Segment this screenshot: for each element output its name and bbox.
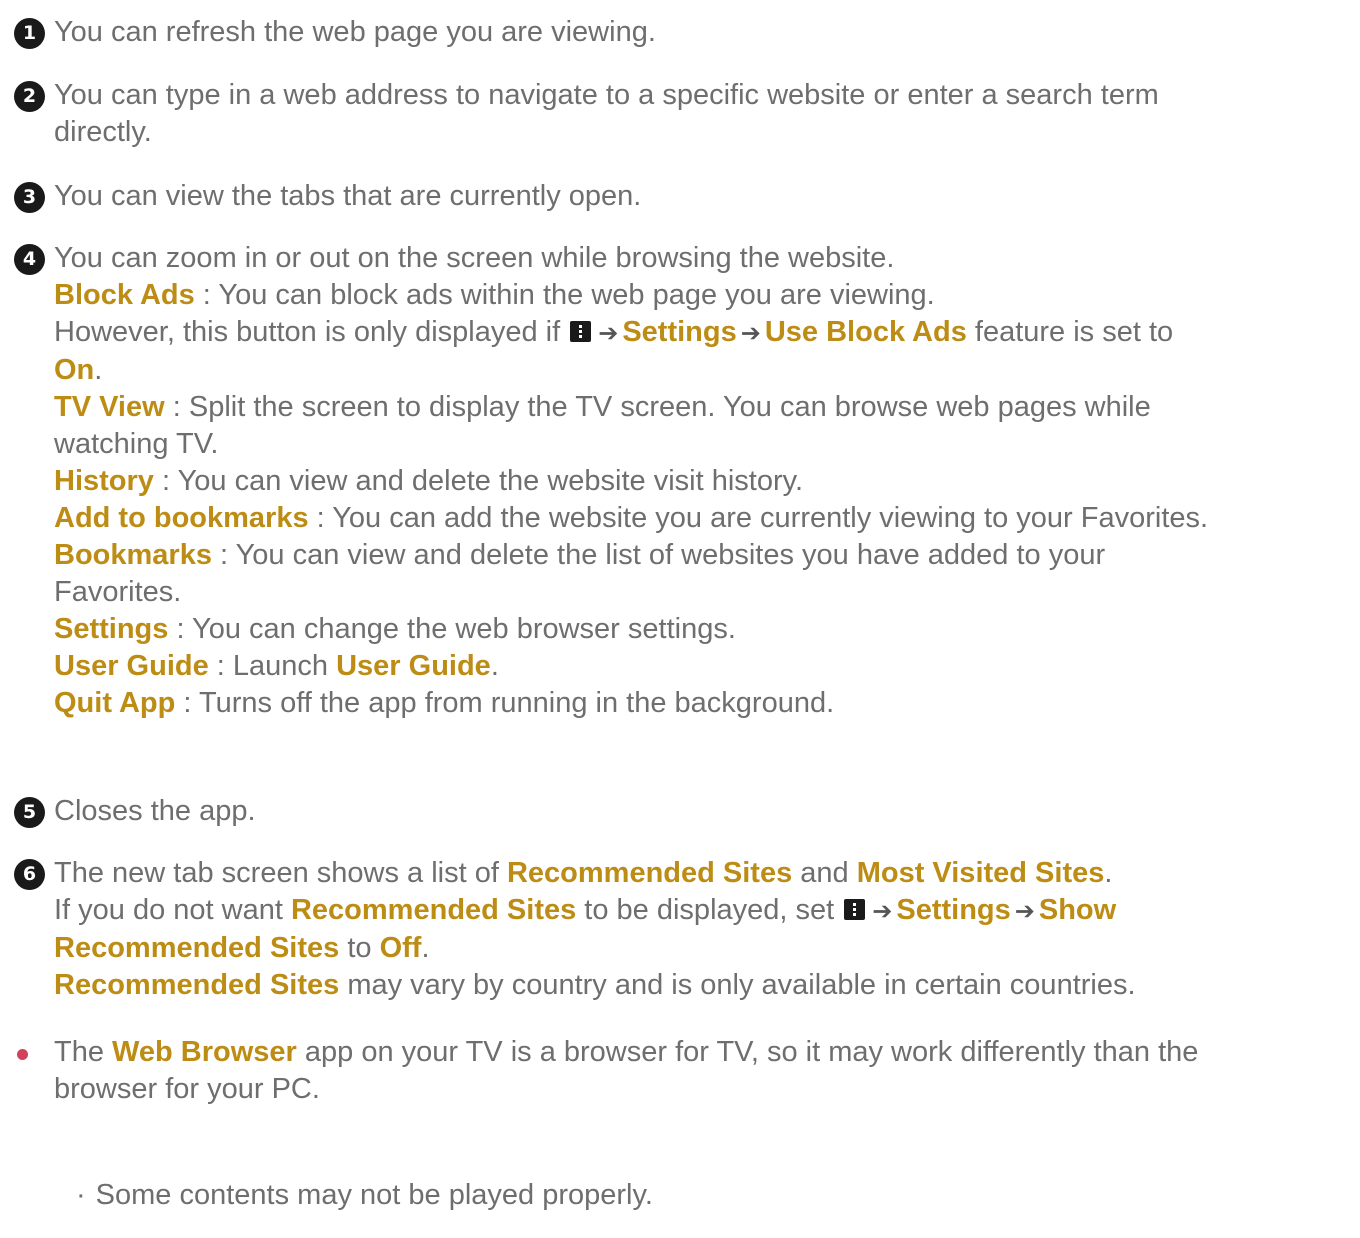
tv-view-desc: : Split the screen to display the TV scr… (164, 391, 1151, 423)
recommended-sites-ref: Recommended Sites (54, 932, 340, 964)
settings-ref: Settings (622, 316, 737, 348)
tv-view-line: TV View : Split the screen to display th… (54, 389, 1354, 426)
quit-app-desc: : Turns off the app from running in the … (175, 687, 835, 719)
step-6-number: 6 (14, 859, 45, 890)
step-4: 4 You can zoom in or out on the screen w… (14, 240, 1354, 722)
settings-ref: Settings (896, 894, 1011, 926)
arrow-right-icon: ➔ (872, 898, 893, 925)
rec-sites-text-a: If you do not want (54, 894, 291, 926)
user-guide-period: . (490, 650, 499, 682)
step-3: 3 You can view the tabs that are current… (14, 178, 1354, 215)
however-text: However, this button is only displayed i… (54, 316, 569, 348)
user-guide-label: User Guide (54, 650, 209, 682)
block-ads-desc: : You can block ads within the web page … (194, 279, 935, 311)
step-1-text: You can refresh the web page you are vie… (54, 16, 656, 48)
sub-note: · Some contents may not be played properl… (76, 1177, 653, 1214)
history-label: History (54, 465, 154, 497)
step-1: 1 You can refresh the web page you are v… (14, 14, 1354, 51)
menu-icon (570, 321, 592, 342)
off-value: Off (379, 932, 422, 964)
bullet-dot-icon (17, 1049, 28, 1060)
show-ref: Show (1038, 894, 1117, 926)
step-1-number: 1 (14, 18, 45, 49)
note-text-cont: browser for your PC. (54, 1073, 320, 1105)
recommended-sites-ref: Recommended Sites (290, 894, 577, 926)
history-desc: : You can view and delete the website vi… (153, 465, 804, 497)
add-bookmarks-line: Add to bookmarks : You can add the websi… (54, 500, 1354, 537)
use-block-ads-ref: Use Block Ads (764, 316, 967, 348)
on-line: On. (54, 352, 1354, 389)
arrow-right-icon: ➔ (598, 320, 619, 347)
step-5: 5 Closes the app. (14, 793, 1354, 830)
settings-line: Settings : You can change the web browse… (54, 611, 1354, 648)
user-guide-target: User Guide (336, 650, 491, 682)
bookmarks-line: Bookmarks : You can view and delete the … (54, 537, 1354, 574)
recommended-sites-ref: Recommended Sites (506, 857, 793, 889)
step-3-number: 3 (14, 182, 45, 213)
sub-note-text: Some contents may not be played properly… (95, 1179, 653, 1211)
most-visited-sites-ref: Most Visited Sites (856, 857, 1105, 889)
however-text-end: feature is set to (966, 316, 1174, 348)
recommended-sites-ref: Recommended Sites (54, 969, 340, 1001)
rec-sites-to: to (339, 932, 380, 964)
rec-sites-period: . (421, 932, 430, 964)
step-6: 6 The new tab screen shows a list of Rec… (14, 855, 1354, 1004)
step-6-text: The new tab screen shows a list of Recom… (54, 855, 1354, 892)
step-2-number: 2 (14, 81, 45, 112)
rec-sites-line-3: Recommended Sites may vary by country an… (54, 967, 1354, 1004)
on-period: . (94, 354, 103, 386)
block-ads-line: Block Ads : You can block ads within the… (54, 277, 1354, 314)
user-guide-desc: : Launch (208, 650, 337, 682)
arrow-right-icon: ➔ (1014, 898, 1035, 925)
step-3-text: You can view the tabs that are currently… (54, 180, 642, 212)
step-6-text-b: and (792, 857, 857, 889)
arrow-right-icon: ➔ (740, 320, 761, 347)
menu-icon (844, 899, 866, 920)
user-guide-line: User Guide : Launch User Guide. (54, 648, 1354, 685)
settings-desc: : You can change the web browser setting… (168, 613, 736, 645)
add-bookmarks-desc: : You can add the website you are curren… (308, 502, 1209, 534)
step-4-number: 4 (14, 244, 45, 275)
step-5-text: Closes the app. (54, 795, 256, 827)
rec-sites-text-b: to be displayed, set (576, 894, 843, 926)
note-text-a: The (54, 1036, 113, 1068)
history-line: History : You can view and delete the we… (54, 463, 1354, 500)
bookmarks-line-cont: Favorites. (54, 576, 182, 608)
note-text: The Web Browser app on your TV is a brow… (54, 1034, 1354, 1071)
block-ads-label: Block Ads (54, 279, 195, 311)
rec-sites-note: may vary by country and is only availabl… (339, 969, 1136, 1001)
on-value: On (54, 354, 95, 386)
step-6-text-a: The new tab screen shows a list of (54, 857, 507, 889)
rec-sites-line-1: If you do not want Recommended Sites to … (54, 892, 1354, 930)
tv-view-line-cont: watching TV. (54, 428, 219, 460)
quit-app-line: Quit App : Turns off the app from runnin… (54, 685, 1354, 722)
sub-bullet-mark: · (76, 1179, 86, 1211)
step-6-text-c: . (1104, 857, 1113, 889)
however-line: However, this button is only displayed i… (54, 314, 1354, 352)
tv-view-label: TV View (54, 391, 165, 423)
quit-app-label: Quit App (54, 687, 176, 719)
step-2: 2 You can type in a web address to navig… (14, 77, 1354, 151)
step-4-text: You can zoom in or out on the screen whi… (54, 242, 895, 274)
rec-sites-line-2: Recommended Sites to Off. (54, 930, 1354, 967)
add-bookmarks-label: Add to bookmarks (54, 502, 309, 534)
step-5-number: 5 (14, 797, 45, 828)
settings-label: Settings (54, 613, 169, 645)
note-bullet: The Web Browser app on your TV is a brow… (14, 1034, 1354, 1108)
step-2-text-cont: directly. (54, 116, 152, 148)
bookmarks-label: Bookmarks (54, 539, 212, 571)
step-2-text: You can type in a web address to navigat… (54, 79, 1159, 111)
note-text-b: app on your TV is a browser for TV, so i… (296, 1036, 1199, 1068)
web-browser-ref: Web Browser (112, 1036, 297, 1068)
bookmarks-desc: : You can view and delete the list of we… (211, 539, 1106, 571)
